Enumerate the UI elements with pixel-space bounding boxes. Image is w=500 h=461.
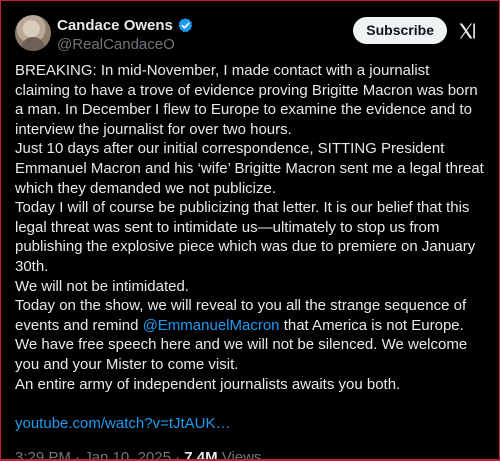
post-paragraph: We will not be intimidated.	[15, 277, 189, 295]
post-paragraph: An entire army of independent journalist…	[15, 375, 401, 393]
mention-link[interactable]: @EmmanuelMacron	[143, 317, 280, 334]
display-name[interactable]: Candace Owens	[57, 17, 173, 34]
post-paragraph: Today I will of course be publicizing th…	[15, 199, 476, 275]
post-paragraph: Just 10 days after our initial correspon…	[15, 140, 484, 197]
post-card: Candace Owens @RealCandaceO Subscribe BR…	[0, 0, 500, 461]
avatar-figure	[21, 37, 45, 51]
post-paragraph: Today on the show, we will reveal to you…	[15, 296, 485, 374]
avatar[interactable]	[15, 15, 51, 51]
author-names: Candace Owens @RealCandaceO	[57, 15, 194, 53]
author-handle[interactable]: @RealCandaceO	[57, 36, 194, 53]
subscribe-button[interactable]: Subscribe	[353, 17, 447, 44]
views-label: Views	[217, 449, 262, 461]
views-count: 7.4M	[184, 449, 218, 461]
post-header: Candace Owens @RealCandaceO Subscribe	[15, 13, 487, 53]
post-text: BREAKING: In mid-November, I made contac…	[15, 61, 485, 433]
grok-icon[interactable]	[457, 21, 477, 41]
post-timestamp[interactable]: 3:29 PM · Jan 10, 2025 ·	[15, 449, 184, 459]
external-link[interactable]: youtube.com/watch?v=tJtAUK…	[15, 415, 231, 432]
post-meta: 3:29 PM · Jan 10, 2025 · 7.4M Views	[15, 449, 262, 461]
display-name-row: Candace Owens	[57, 15, 194, 35]
verified-badge-icon	[178, 17, 193, 32]
post-paragraph: BREAKING: In mid-November, I made contac…	[15, 62, 478, 138]
